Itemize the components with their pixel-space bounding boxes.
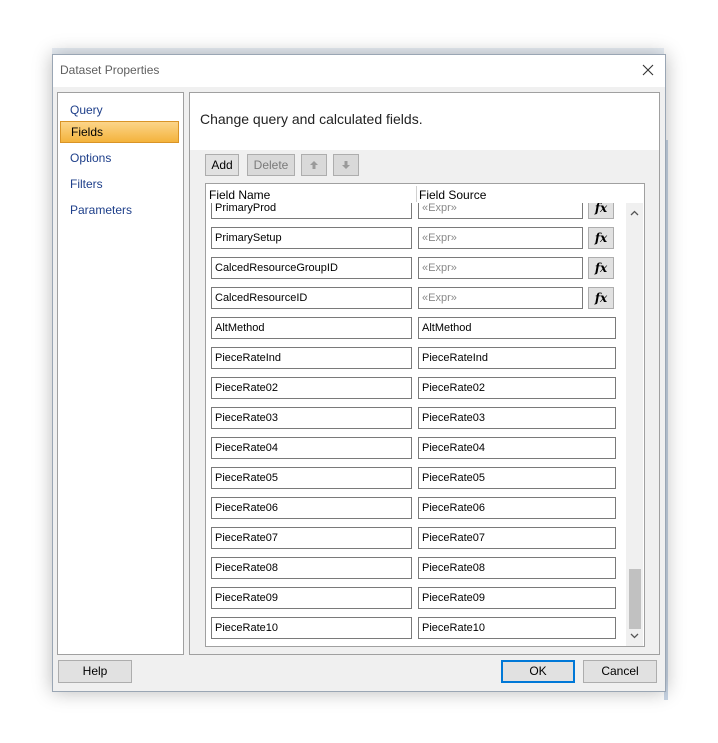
- nav-item-query[interactable]: Query: [60, 99, 179, 121]
- header-area: Change query and calculated fields.: [190, 93, 659, 150]
- field-source-input[interactable]: PieceRate07: [418, 527, 616, 549]
- field-row: PieceRate09 PieceRate09: [206, 587, 626, 611]
- field-row: PieceRateInd PieceRateInd: [206, 347, 626, 371]
- expression-button[interactable]: fx: [588, 287, 614, 309]
- field-row: PrimarySetup «Expr» fx: [206, 227, 626, 251]
- field-source-input[interactable]: AltMethod: [418, 317, 616, 339]
- column-header-field-name: Field Name: [209, 188, 271, 202]
- field-name-input[interactable]: PieceRate07: [211, 527, 412, 549]
- field-source-input[interactable]: PieceRate03: [418, 407, 616, 429]
- ok-button[interactable]: OK: [501, 660, 575, 683]
- field-row: PieceRate02 PieceRate02: [206, 377, 626, 401]
- add-button[interactable]: Add: [205, 154, 239, 176]
- column-separator: [416, 186, 417, 202]
- move-up-button[interactable]: [301, 154, 327, 176]
- column-header-field-source: Field Source: [419, 188, 487, 202]
- field-source-input[interactable]: PieceRate09: [418, 587, 616, 609]
- field-name-input[interactable]: CalcedResourceGroupID: [211, 257, 412, 279]
- arrow-up-icon: [310, 161, 318, 169]
- field-source-input[interactable]: PieceRate04: [418, 437, 616, 459]
- expression-button[interactable]: fx: [588, 257, 614, 279]
- field-row: PieceRate08 PieceRate08: [206, 557, 626, 581]
- expression-button[interactable]: fx: [588, 203, 614, 219]
- field-row: PieceRate04 PieceRate04: [206, 437, 626, 461]
- nav-item-parameters[interactable]: Parameters: [60, 199, 179, 221]
- nav-item-filters[interactable]: Filters: [60, 173, 179, 195]
- expression-button[interactable]: fx: [588, 227, 614, 249]
- field-source-input[interactable]: «Expr»: [418, 257, 583, 279]
- delete-button[interactable]: Delete: [247, 154, 295, 176]
- close-button[interactable]: [631, 55, 665, 85]
- field-name-input[interactable]: PrimarySetup: [211, 227, 412, 249]
- field-source-input[interactable]: «Expr»: [418, 227, 583, 249]
- field-name-input[interactable]: PieceRate05: [211, 467, 412, 489]
- chevron-up-icon: [630, 210, 639, 216]
- field-source-input[interactable]: PieceRate08: [418, 557, 616, 579]
- field-name-input[interactable]: PieceRateInd: [211, 347, 412, 369]
- field-row: AltMethod AltMethod: [206, 317, 626, 341]
- help-button[interactable]: Help: [58, 660, 132, 683]
- field-name-input[interactable]: PieceRate09: [211, 587, 412, 609]
- field-row: PieceRate10 PieceRate10: [206, 617, 626, 641]
- field-name-input[interactable]: PieceRate08: [211, 557, 412, 579]
- close-icon: [642, 64, 654, 76]
- vertical-scrollbar[interactable]: [626, 203, 643, 646]
- field-name-input[interactable]: PieceRate10: [211, 617, 412, 639]
- page-heading: Change query and calculated fields.: [200, 111, 423, 127]
- field-name-input[interactable]: PieceRate03: [211, 407, 412, 429]
- field-source-input[interactable]: «Expr»: [418, 203, 583, 219]
- field-row: PieceRate05 PieceRate05: [206, 467, 626, 491]
- field-source-input[interactable]: «Expr»: [418, 287, 583, 309]
- move-down-button[interactable]: [333, 154, 359, 176]
- field-name-input[interactable]: PieceRate04: [211, 437, 412, 459]
- field-name-input[interactable]: PrimaryProd: [211, 203, 412, 219]
- field-row: CalcedResourceID «Expr» fx: [206, 287, 626, 311]
- dataset-properties-dialog: Dataset Properties Query Fields Options …: [52, 54, 666, 692]
- scroll-up-button[interactable]: [626, 205, 643, 222]
- field-row: PieceRate07 PieceRate07: [206, 527, 626, 551]
- nav-item-fields[interactable]: Fields: [60, 121, 179, 143]
- field-source-input[interactable]: PieceRate06: [418, 497, 616, 519]
- field-source-input[interactable]: PieceRate02: [418, 377, 616, 399]
- fields-panel: Change query and calculated fields. Add …: [189, 92, 660, 655]
- field-name-input[interactable]: AltMethod: [211, 317, 412, 339]
- field-name-input[interactable]: PieceRate02: [211, 377, 412, 399]
- chevron-down-icon: [630, 633, 639, 639]
- field-source-input[interactable]: PieceRate05: [418, 467, 616, 489]
- field-row: CalcedResourceGroupID «Expr» fx: [206, 257, 626, 281]
- arrow-down-icon: [342, 161, 350, 169]
- field-row: PrimaryProd «Expr» fx: [206, 203, 626, 221]
- title-bar: Dataset Properties: [53, 55, 665, 87]
- cancel-button[interactable]: Cancel: [583, 660, 657, 683]
- nav-item-options[interactable]: Options: [60, 147, 179, 169]
- nav-panel: Query Fields Options Filters Parameters: [57, 92, 184, 655]
- field-row: PieceRate06 PieceRate06: [206, 497, 626, 521]
- field-row: PieceRate03 PieceRate03: [206, 407, 626, 431]
- fields-grid: Field Name Field Source PrimaryProd «Expr…: [205, 183, 645, 647]
- field-source-input[interactable]: PieceRateInd: [418, 347, 616, 369]
- field-name-input[interactable]: CalcedResourceID: [211, 287, 412, 309]
- field-rows: PrimaryProd «Expr» fx PrimarySetup «Expr» fx C…: [206, 203, 626, 646]
- field-name-input[interactable]: PieceRate06: [211, 497, 412, 519]
- scroll-thumb[interactable]: [629, 569, 641, 629]
- field-source-input[interactable]: PieceRate10: [418, 617, 616, 639]
- window-title: Dataset Properties: [60, 63, 160, 77]
- scroll-down-button[interactable]: [626, 627, 643, 644]
